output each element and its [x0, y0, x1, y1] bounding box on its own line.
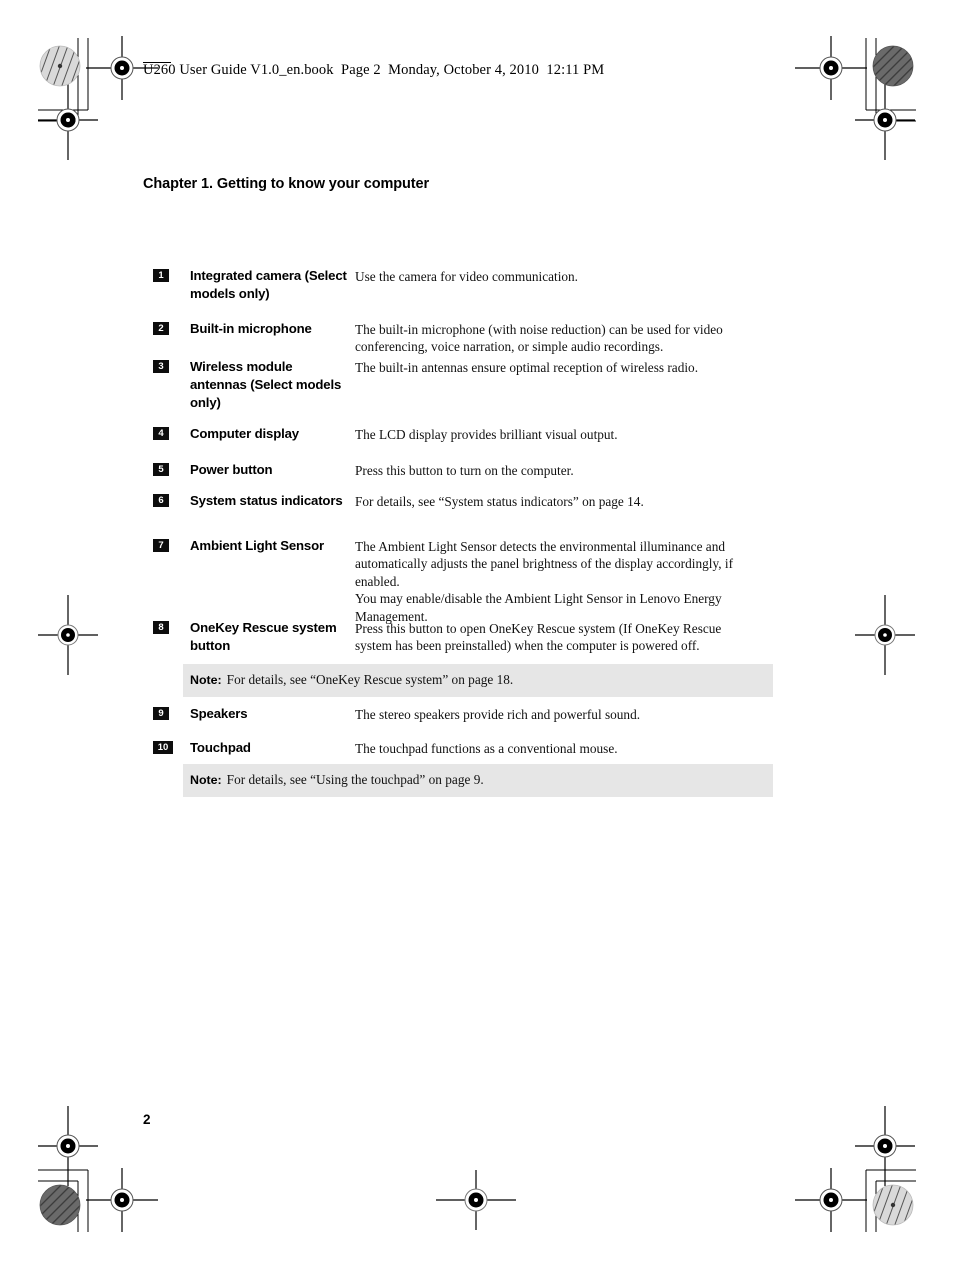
registration-mark: [38, 80, 98, 160]
item-label: Power button: [190, 462, 273, 477]
item-description: Press this button to open OneKey Rescue …: [355, 621, 722, 654]
item-label: Integrated camera (Select models only): [190, 268, 347, 302]
item-description: The built-in antennas ensure optimal rec…: [355, 360, 699, 375]
item-label: Wireless module antennas (Select models …: [190, 359, 342, 411]
item-number-badge: 2: [153, 322, 169, 335]
item-number-badge: 5: [153, 463, 169, 476]
item-description: The LCD display provides brilliant visua…: [355, 427, 618, 442]
item-description: The built-in microphone (with noise redu…: [355, 322, 723, 355]
item-label: Built-in microphone: [190, 321, 312, 336]
item-label: Computer display: [190, 426, 299, 441]
running-header: U260 User Guide V1.0_en.book Page 2 Mond…: [143, 62, 605, 78]
item-description: Press this button to turn on the compute…: [355, 463, 574, 478]
item-description: The touchpad functions as a conventional…: [355, 741, 618, 756]
note-box: Note: For details, see “Using the touchpa…: [183, 764, 773, 797]
item-number-badge: 7: [153, 539, 169, 552]
item-number-badge: 3: [153, 360, 169, 373]
star-target-icon: [872, 1184, 914, 1226]
star-target-icon: [39, 1184, 81, 1226]
item-label: Ambient Light Sensor: [190, 538, 325, 553]
registration-mark: [795, 1168, 867, 1232]
note-text: For details, see “OneKey Rescue system” …: [226, 672, 514, 687]
registration-mark: [855, 595, 915, 675]
item-description: The Ambient Light Sensor detects the env…: [355, 539, 734, 624]
registration-mark: [38, 1106, 98, 1186]
chapter-title: Chapter 1. Getting to know your computer: [143, 176, 430, 192]
page-number: 2: [143, 1112, 151, 1127]
item-label: OneKey Rescue system button: [190, 620, 337, 654]
star-target-icon: [872, 45, 914, 87]
registration-mark: [855, 80, 915, 160]
note-label: Note:: [190, 673, 222, 687]
item-number-badge: 9: [153, 707, 169, 720]
item-description: Use the camera for video communication.: [355, 269, 579, 284]
item-description: The stereo speakers provide rich and pow…: [355, 707, 641, 722]
registration-mark: [86, 1168, 158, 1232]
star-target-icon: [39, 45, 81, 87]
item-number-badge: 6: [153, 494, 169, 507]
registration-mark: [795, 36, 867, 100]
item-label: System status indicators: [190, 493, 343, 508]
document-page: U260 User Guide V1.0_en.book Page 2 Mond…: [0, 0, 954, 1270]
item-label: Touchpad: [190, 740, 251, 755]
registration-mark: [855, 1106, 915, 1186]
note-box: Note: For details, see “OneKey Rescue sys…: [183, 664, 773, 697]
item-number-badge: 10: [153, 741, 173, 754]
note-text: For details, see “Using the touchpad” on…: [226, 772, 484, 787]
item-label: Speakers: [190, 706, 248, 721]
item-number-badge: 4: [153, 427, 169, 440]
registration-mark: [38, 595, 98, 675]
note-label: Note:: [190, 773, 222, 787]
registration-mark: [436, 1170, 516, 1230]
item-number-badge: 1: [153, 269, 169, 282]
item-description: For details, see “System status indicato…: [355, 494, 644, 509]
item-number-badge: 8: [153, 621, 169, 634]
